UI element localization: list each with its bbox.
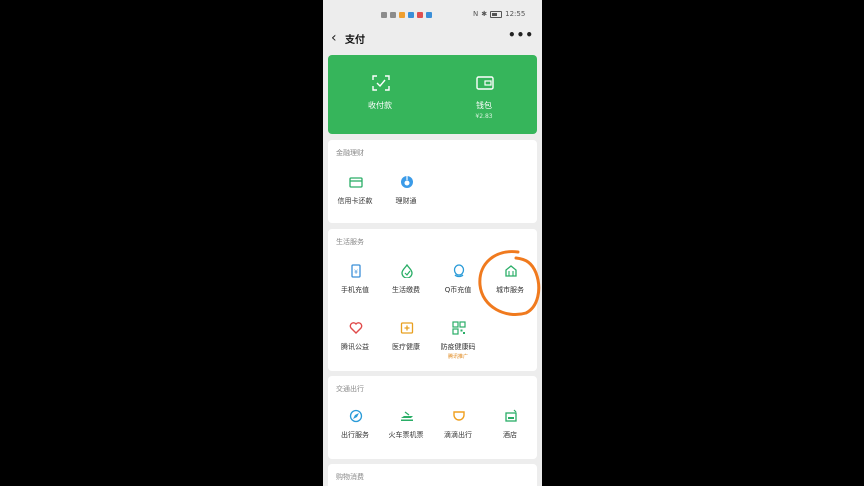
licaitong-icon xyxy=(400,175,414,189)
item-label: 手机充值 xyxy=(341,286,369,294)
medical-icon xyxy=(400,321,414,335)
back-icon[interactable]: ‹ xyxy=(331,30,337,46)
travel-service-icon xyxy=(349,409,363,423)
clock: 12:55 xyxy=(505,10,526,18)
notification-icon xyxy=(381,12,387,18)
wallet-button[interactable]: 钱包 ¥2.83 xyxy=(432,55,536,134)
payment-card: 收付款 钱包 ¥2.83 xyxy=(328,55,537,134)
item-label: 酒店 xyxy=(503,431,517,439)
more-icon[interactable]: ••• xyxy=(508,28,534,42)
finance-section: 金融理财 信用卡还款 理财通 xyxy=(328,140,537,223)
section-title: 购物消费 xyxy=(336,473,364,481)
medical-button[interactable]: 医疗健康 xyxy=(382,321,430,361)
scan-pay-icon xyxy=(372,75,390,91)
didi-button[interactable]: 滴滴出行 xyxy=(434,409,482,449)
status-bar: N ✱ 12:55 xyxy=(323,0,542,28)
item-label: 出行服务 xyxy=(341,431,369,439)
health-code-icon xyxy=(452,321,466,335)
notification-icons xyxy=(381,10,435,20)
notification-icon xyxy=(426,12,432,18)
phone-topup-button[interactable]: ¥ 手机充值 xyxy=(331,264,379,304)
wallet-label: 钱包 xyxy=(476,101,492,110)
health-code-button[interactable]: 防疫健康码 腾讯推广 xyxy=(434,321,482,361)
phone-screen: N ✱ 12:55 ‹ 支付 ••• 收付款 钱包 ¥2.83 金融理财 信用卡… xyxy=(323,0,542,486)
item-label: 医疗健康 xyxy=(392,343,420,351)
notification-icon xyxy=(390,12,396,18)
train-ticket-icon xyxy=(400,409,414,423)
item-label: 滴滴出行 xyxy=(444,431,472,439)
licaitong-button[interactable]: 理财通 xyxy=(382,175,430,215)
item-label: Q币充值 xyxy=(444,286,472,294)
svg-text:¥: ¥ xyxy=(354,269,358,276)
promo-tag: 腾讯推广 xyxy=(447,354,468,360)
charity-icon xyxy=(349,321,363,335)
item-label: 生活缴费 xyxy=(392,286,420,294)
notification-icon xyxy=(408,12,414,18)
item-label: 防疫健康码 xyxy=(440,343,476,351)
item-label: 腾讯公益 xyxy=(341,343,369,351)
hotel-icon xyxy=(504,409,518,423)
receive-pay-label: 收付款 xyxy=(368,101,392,110)
transport-section: 交通出行 出行服务 火车票机票 滴滴出行 酒店 xyxy=(328,376,537,459)
status-right: N ✱ 12:55 xyxy=(473,10,525,18)
didi-icon xyxy=(452,409,466,423)
item-label: 信用卡还款 xyxy=(337,197,373,205)
travel-service-button[interactable]: 出行服务 xyxy=(331,409,379,449)
nfc-icon: N xyxy=(473,10,479,18)
city-service-icon xyxy=(504,264,518,278)
item-label: 理财通 xyxy=(395,197,417,205)
item-label: 火车票机票 xyxy=(388,431,424,439)
hotel-button[interactable]: 酒店 xyxy=(486,409,534,449)
section-title: 交通出行 xyxy=(336,385,364,393)
section-title: 生活服务 xyxy=(336,238,364,246)
section-title: 金融理财 xyxy=(336,149,364,157)
qcoin-topup-button[interactable]: Q币充值 xyxy=(434,264,482,304)
utility-payment-button[interactable]: 生活缴费 xyxy=(382,264,430,304)
credit-card-icon xyxy=(349,175,363,189)
wallet-balance: ¥2.83 xyxy=(475,113,493,120)
notification-icon xyxy=(399,12,405,18)
city-service-button[interactable]: 城市服务 xyxy=(486,264,534,304)
credit-card-repay-button[interactable]: 信用卡还款 xyxy=(331,175,379,215)
life-services-section: 生活服务 ¥ 手机充值 生活缴费 Q币充值 城市服务 腾讯公益 医疗健康 防疫健… xyxy=(328,229,537,371)
notification-icon xyxy=(417,12,423,18)
utility-payment-icon xyxy=(400,264,414,278)
train-ticket-button[interactable]: 火车票机票 xyxy=(382,409,430,449)
wallet-icon xyxy=(476,75,494,91)
battery-icon xyxy=(490,10,503,18)
page-title: 支付 xyxy=(345,35,365,46)
receive-pay-button[interactable]: 收付款 xyxy=(328,55,432,134)
phone-topup-icon: ¥ xyxy=(349,264,363,278)
charity-button[interactable]: 腾讯公益 xyxy=(331,321,379,361)
shopping-section: 购物消费 xyxy=(328,464,537,486)
qcoin-icon xyxy=(452,264,466,278)
item-label: 城市服务 xyxy=(496,286,524,294)
nav-bar: ‹ 支付 ••• xyxy=(323,28,542,50)
bluetooth-icon: ✱ xyxy=(481,10,488,18)
